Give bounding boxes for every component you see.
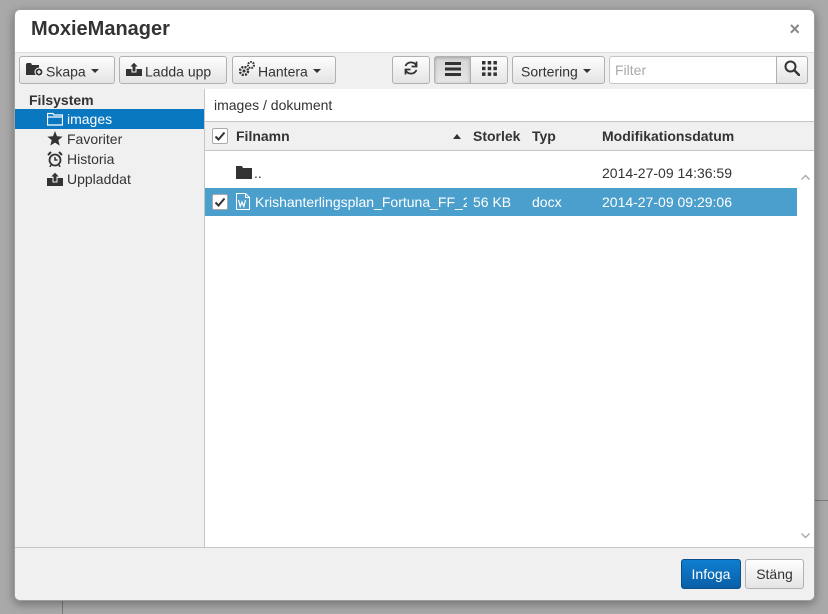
upload-button[interactable]: Ladda upp [119, 56, 227, 84]
sidebar-item-uppladdat[interactable]: Uppladdat [15, 169, 204, 189]
sort-ascending-icon [453, 134, 461, 139]
star-icon [47, 131, 63, 151]
background-divider-right [813, 500, 828, 501]
refresh-button[interactable] [392, 56, 430, 84]
column-header-type[interactable]: Typ [532, 128, 556, 144]
file-name: .. [254, 165, 262, 181]
file-list-panel: images / dokument Filnamn Storlek Typ Mo… [205, 89, 814, 547]
folder-plus-icon [26, 58, 44, 84]
file-type: docx [532, 194, 562, 210]
filter-input[interactable] [609, 56, 777, 84]
insert-button[interactable]: Infoga [681, 559, 741, 589]
scroll-down-icon[interactable] [801, 531, 810, 540]
select-all-checkbox[interactable] [212, 128, 228, 144]
file-modified: 2014-27-09 14:36:59 [602, 165, 732, 181]
dialog-title: MoxieManager [31, 18, 170, 40]
moxiemanager-dialog: MoxieManager × Skapa Ladda upp Hantera S… [14, 9, 815, 601]
sidebar-item-label: Historia [67, 151, 115, 167]
file-size: 56 KB [473, 194, 512, 210]
column-header-name[interactable]: Filnamn [236, 128, 290, 144]
sidebar-item-favoriter[interactable]: Favoriter [15, 129, 204, 149]
upload-button-label: Ladda upp [145, 63, 212, 80]
dialog-footer: Infoga Stäng [15, 547, 814, 600]
sidebar-item-label: Uppladdat [67, 171, 131, 187]
manage-button[interactable]: Hantera [232, 56, 336, 84]
close-button[interactable]: Stäng [745, 559, 804, 589]
word-document-icon [236, 193, 250, 211]
grid-view-icon [481, 58, 497, 84]
sidebar-item-label: images [67, 111, 113, 127]
file-modified: 2014-27-09 09:29:06 [602, 194, 732, 210]
row-checkbox[interactable] [212, 194, 228, 210]
sidebar-item-label: Favoriter [67, 131, 123, 147]
list-view-icon [444, 58, 461, 84]
column-header-modified[interactable]: Modifikationsdatum [602, 128, 734, 144]
sort-button[interactable]: Sortering [512, 56, 605, 84]
gears-icon [238, 58, 255, 84]
breadcrumb: images / dokument [214, 97, 333, 113]
folder-icon [236, 165, 252, 181]
file-list-header: Filnamn Storlek Typ Modifikationsdatum [205, 121, 814, 151]
sidebar: Filsystem images Favoriter Historia Uppl… [15, 89, 205, 547]
column-header-size[interactable]: Storlek [473, 128, 520, 144]
vertical-scrollbar[interactable] [797, 151, 814, 547]
table-row-parent-folder[interactable]: .. 2014-27-09 14:36:59 [205, 159, 797, 187]
toolbar: Skapa Ladda upp Hantera Sortering Filter [15, 52, 814, 90]
search-button[interactable] [776, 56, 808, 84]
close-icon[interactable]: × [789, 20, 800, 38]
table-row-file[interactable]: Krishanterlingsplan_Fortuna_FF_2 56 KB d… [205, 188, 797, 216]
sort-button-label: Sortering [521, 63, 578, 80]
chevron-down-icon [582, 69, 591, 74]
search-icon [784, 58, 801, 84]
upload-icon [126, 58, 142, 84]
folder-icon [46, 111, 64, 131]
title-bar: MoxieManager × [15, 10, 814, 52]
refresh-icon [403, 58, 419, 84]
create-button-label: Skapa [46, 63, 86, 80]
sidebar-item-images[interactable]: images [15, 109, 204, 129]
list-view-button[interactable] [434, 56, 471, 84]
sidebar-item-historia[interactable]: Historia [15, 149, 204, 169]
tree-root-filsystem[interactable]: Filsystem [29, 92, 94, 108]
create-button[interactable]: Skapa [19, 56, 115, 84]
insert-button-label: Infoga [691, 566, 731, 582]
chevron-down-icon [90, 69, 99, 74]
chevron-down-icon [312, 69, 321, 74]
file-name: Krishanterlingsplan_Fortuna_FF_2 [255, 194, 467, 210]
background-divider-left [62, 599, 63, 614]
checkmark-icon [214, 197, 226, 207]
upload-tray-icon [47, 171, 63, 191]
manage-button-label: Hantera [258, 63, 308, 80]
scroll-up-icon[interactable] [801, 173, 810, 182]
checkmark-icon [214, 131, 226, 141]
close-button-label: Stäng [756, 566, 793, 582]
thumbnail-view-button[interactable] [471, 56, 508, 84]
